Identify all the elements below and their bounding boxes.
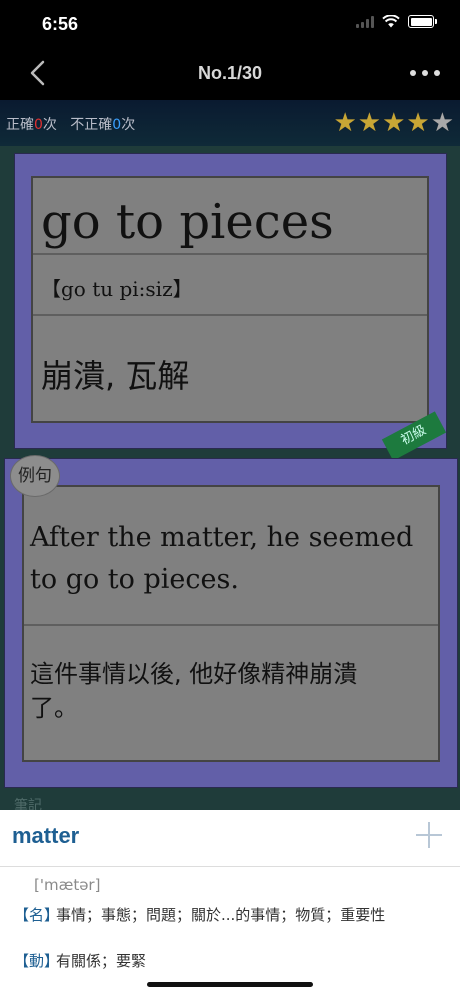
page-title: No.1/30: [197, 63, 263, 83]
divider: [33, 253, 427, 255]
star-rating[interactable]: ★ ★ ★ ★ ★: [333, 110, 454, 136]
more-options-icon[interactable]: [410, 64, 440, 82]
status-time: 6:56: [42, 14, 79, 34]
word-card[interactable]: go to pieces 【go tu pi:siz】 崩潰, 瓦解 初級: [14, 153, 447, 461]
correct-label: 正確: [6, 117, 34, 133]
cellular-signal-icon: [356, 15, 374, 28]
part-of-speech: 【名】: [14, 906, 60, 924]
star-icon[interactable]: ★: [406, 110, 429, 136]
incorrect-unit: 次: [121, 117, 136, 133]
definition-row: 【名】 事情；事態；問題；關於...的事情；物質；重要性: [14, 904, 385, 926]
vocab-word: go to pieces: [41, 194, 334, 250]
star-icon[interactable]: ★: [358, 110, 381, 136]
example-sentence-chinese: 這件事情以後, 他好像精神崩潰了。: [30, 660, 358, 722]
dictionary-panel: matter ['mætər] 【名】 事情；事態；問題；關於...的事情；物質…: [0, 810, 460, 996]
home-indicator[interactable]: [147, 982, 313, 987]
navigation-bar: No.1/30: [0, 46, 460, 100]
wifi-icon: [382, 15, 400, 28]
battery-icon: [408, 15, 437, 28]
add-word-icon[interactable]: [416, 822, 442, 848]
star-icon[interactable]: ★: [333, 110, 356, 136]
example-card-inner: After the matter, he seemed to go to pie…: [22, 485, 440, 762]
example-badge: 例句: [10, 455, 60, 497]
dictionary-ipa: ['mætər]: [34, 876, 101, 894]
correct-unit: 次: [42, 117, 57, 133]
divider: [24, 624, 438, 626]
definition-row: 【動】 有關係；要緊: [14, 950, 146, 972]
incorrect-label: 不正確: [70, 117, 113, 133]
status-bar: 6:56: [0, 0, 460, 46]
phonetic-text: 【go tu pi:siz】: [41, 277, 193, 301]
example-card[interactable]: After the matter, he seemed to go to pie…: [4, 458, 458, 788]
answer-counts: 正確0次 不正確0次: [6, 114, 135, 134]
star-icon[interactable]: ★: [382, 110, 405, 136]
status-icons: [356, 15, 437, 28]
definition-text: 事情；事態；問題；關於...的事情；物質；重要性: [56, 906, 386, 924]
divider: [33, 314, 427, 316]
word-card-inner: go to pieces 【go tu pi:siz】 崩潰, 瓦解: [31, 176, 429, 423]
correct-count: 0: [34, 117, 43, 133]
incorrect-count: 0: [112, 117, 122, 133]
part-of-speech: 【動】: [14, 952, 60, 970]
score-bar: 正確0次 不正確0次 ★ ★ ★ ★ ★: [0, 100, 460, 146]
dictionary-headword: matter: [12, 823, 80, 848]
example-sentence-english: After the matter, he seemed to go to pie…: [30, 522, 414, 595]
word-meaning: 崩潰, 瓦解: [41, 357, 190, 395]
dictionary-header: matter: [0, 810, 460, 867]
star-empty-icon[interactable]: ★: [431, 110, 454, 136]
definition-text: 有關係；要緊: [56, 952, 147, 970]
